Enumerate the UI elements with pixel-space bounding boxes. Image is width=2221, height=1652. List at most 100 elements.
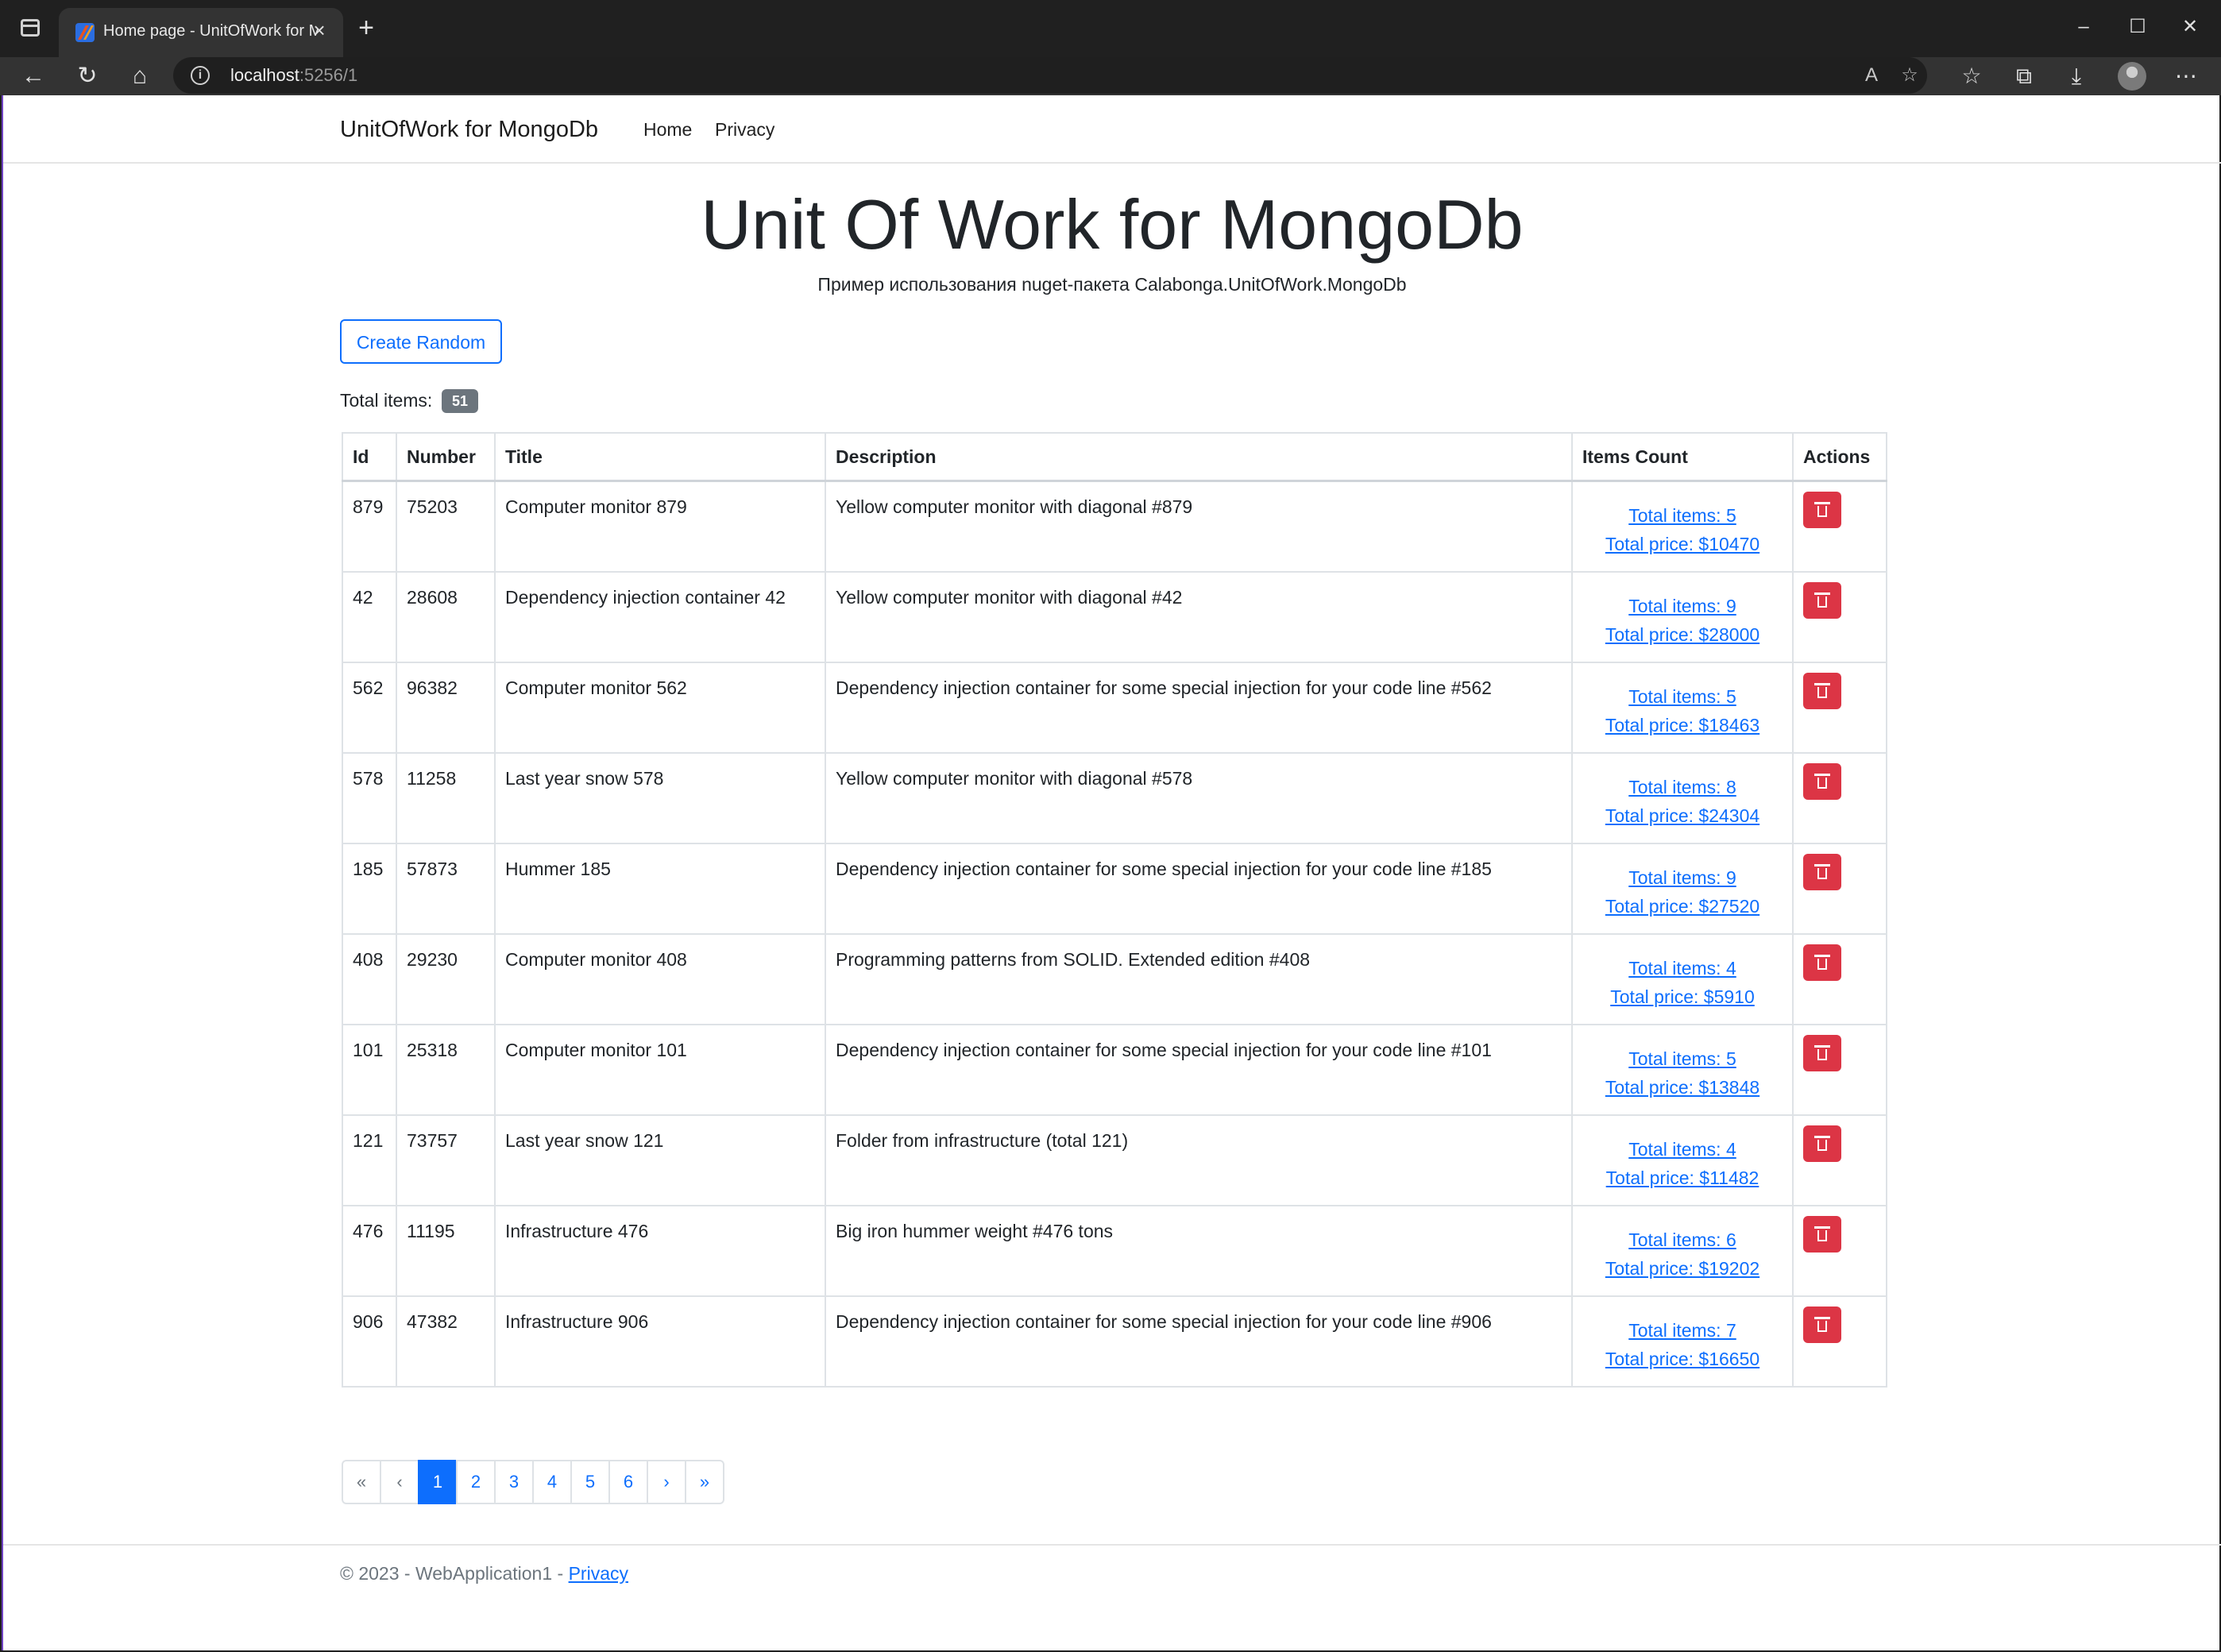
cell-items-count: Total items: 4 Total price: $11482 <box>1571 1114 1794 1206</box>
cell-id: 578 <box>342 751 397 844</box>
total-price-link[interactable]: Total price: $19202 <box>1582 1254 1783 1283</box>
total-price-link[interactable]: Total price: $24304 <box>1582 801 1783 830</box>
cell-actions <box>1792 842 1887 935</box>
total-items-link[interactable]: Total items: 6 <box>1582 1225 1783 1254</box>
total-items-link[interactable]: Total items: 4 <box>1582 954 1783 982</box>
tab-close-icon[interactable]: × <box>307 17 332 43</box>
total-price-link[interactable]: Total price: $18463 <box>1582 711 1783 739</box>
total-items-link[interactable]: Total items: 4 <box>1582 1135 1783 1164</box>
page-title: Unit Of Work for MongoDb <box>701 185 1524 264</box>
cell-number: 75203 <box>396 480 496 573</box>
favorites-icon[interactable]: ☆ <box>1956 60 1987 92</box>
total-price-link[interactable]: Total price: $10470 <box>1582 530 1783 558</box>
delete-button[interactable] <box>1803 762 1841 800</box>
total-items-link[interactable]: Total items: 9 <box>1582 863 1783 892</box>
cell-items-count: Total items: 5 Total price: $13848 <box>1571 1023 1794 1116</box>
footer-text: © 2023 - WebApplication1 - Privacy <box>340 1560 628 1587</box>
page-6-button[interactable]: 6 <box>608 1460 648 1504</box>
new-tab-button[interactable]: + <box>353 14 380 41</box>
delete-button[interactable] <box>1803 1215 1841 1253</box>
cell-description: Yellow computer monitor with diagonal #5… <box>825 751 1573 844</box>
cell-number: 11195 <box>396 1204 496 1297</box>
back-icon[interactable]: ← <box>17 60 49 92</box>
cell-id: 476 <box>342 1204 397 1297</box>
cell-id: 42 <box>342 570 397 663</box>
browser-tab[interactable]: Home page - UnitOfWork for MongoDb × <box>59 8 343 57</box>
home-icon[interactable]: ⌂ <box>124 60 156 92</box>
url-text: localhost:5256/1 <box>230 64 357 87</box>
cell-description: Dependency injection container for some … <box>825 661 1573 754</box>
page-4-button[interactable]: 4 <box>532 1460 572 1504</box>
window-close-icon[interactable]: ✕ <box>2170 11 2210 43</box>
cell-number: 29230 <box>396 932 496 1025</box>
cell-items-count: Total items: 9 Total price: $28000 <box>1571 570 1794 663</box>
cell-title: Computer monitor 101 <box>494 1023 826 1116</box>
minimize-icon[interactable]: – <box>2064 11 2103 43</box>
page-3-button[interactable]: 3 <box>494 1460 534 1504</box>
cell-id: 408 <box>342 932 397 1025</box>
page-2-button[interactable]: 2 <box>456 1460 496 1504</box>
column-header-title: Title <box>494 432 826 482</box>
page-prev-button[interactable]: ‹ <box>380 1460 419 1504</box>
cell-items-count: Total items: 9 Total price: $27520 <box>1571 842 1794 935</box>
sidebar-toggle-icon[interactable] <box>21 19 40 37</box>
maximize-icon[interactable]: ☐ <box>2118 11 2157 43</box>
create-random-button[interactable]: Create Random <box>340 319 502 364</box>
cell-description: Big iron hummer weight #476 tons <box>825 1204 1573 1297</box>
delete-button[interactable] <box>1803 672 1841 709</box>
cell-title: Last year snow 121 <box>494 1114 826 1206</box>
navbar-brand[interactable]: UnitOfWork for MongoDb <box>340 113 598 146</box>
downloads-icon[interactable]: ⤓ <box>2061 60 2092 92</box>
page-5-button[interactable]: 5 <box>570 1460 610 1504</box>
page-first-button[interactable]: « <box>342 1460 381 1504</box>
total-price-link[interactable]: Total price: $16650 <box>1582 1345 1783 1373</box>
more-menu-icon[interactable]: ⋯ <box>2170 60 2202 92</box>
read-aloud-icon[interactable]: A <box>1859 63 1884 88</box>
page-next-button[interactable]: › <box>647 1460 686 1504</box>
total-items-link[interactable]: Total items: 5 <box>1582 1044 1783 1073</box>
cell-id: 101 <box>342 1023 397 1116</box>
cell-title: Dependency injection container 42 <box>494 570 826 663</box>
nav-link-privacy[interactable]: Privacy <box>715 116 774 143</box>
delete-button[interactable] <box>1803 1034 1841 1071</box>
page-subtitle: Пример использования nuget-пакета Calabo… <box>817 274 1407 295</box>
nav-link-home[interactable]: Home <box>643 116 692 143</box>
address-bar[interactable]: i localhost:5256/1 A ☆ <box>173 57 1927 94</box>
page-1-button[interactable]: 1 <box>418 1460 458 1504</box>
total-items-link[interactable]: Total items: 7 <box>1582 1316 1783 1345</box>
profile-avatar[interactable] <box>2118 62 2146 91</box>
delete-button[interactable] <box>1803 853 1841 890</box>
cell-title: Infrastructure 476 <box>494 1204 826 1297</box>
site-info-icon[interactable]: i <box>191 66 210 85</box>
total-items-link[interactable]: Total items: 5 <box>1582 682 1783 711</box>
delete-button[interactable] <box>1803 581 1841 619</box>
table-row: 906 47382 Infrastructure 906 Dependency inj… <box>342 1295 1887 1388</box>
delete-button[interactable] <box>1803 492 1841 528</box>
trash-icon <box>1814 502 1830 518</box>
site-footer: © 2023 - WebApplication1 - Privacy <box>3 1544 2221 1650</box>
cell-number: 73757 <box>396 1114 496 1206</box>
table-row: 42 28608 Dependency injection container 42… <box>342 570 1887 663</box>
total-items-link[interactable]: Total items: 5 <box>1582 501 1783 530</box>
total-price-link[interactable]: Total price: $5910 <box>1582 982 1783 1011</box>
delete-button[interactable] <box>1803 1125 1841 1162</box>
cell-items-count: Total items: 6 Total price: $19202 <box>1571 1204 1794 1297</box>
delete-button[interactable] <box>1803 1306 1841 1343</box>
total-price-link[interactable]: Total price: $28000 <box>1582 620 1783 649</box>
cell-title: Infrastructure 906 <box>494 1295 826 1388</box>
cell-actions <box>1792 1295 1887 1388</box>
cell-items-count: Total items: 4 Total price: $5910 <box>1571 932 1794 1025</box>
total-price-link[interactable]: Total price: $11482 <box>1582 1164 1783 1192</box>
footer-privacy-link[interactable]: Privacy <box>569 1563 628 1584</box>
total-price-link[interactable]: Total price: $27520 <box>1582 892 1783 921</box>
total-items-link[interactable]: Total items: 8 <box>1582 773 1783 801</box>
refresh-icon[interactable]: ↻ <box>71 60 103 92</box>
add-favorite-icon[interactable]: ☆ <box>1897 63 1922 88</box>
table-header-row: Id Number Title Description Items Count … <box>342 432 1887 482</box>
page-last-button[interactable]: » <box>685 1460 724 1504</box>
total-items-link[interactable]: Total items: 9 <box>1582 592 1783 620</box>
delete-button[interactable] <box>1803 944 1841 981</box>
trash-icon <box>1814 773 1830 789</box>
collections-icon[interactable]: ⧉ <box>2008 60 2040 92</box>
total-price-link[interactable]: Total price: $13848 <box>1582 1073 1783 1102</box>
